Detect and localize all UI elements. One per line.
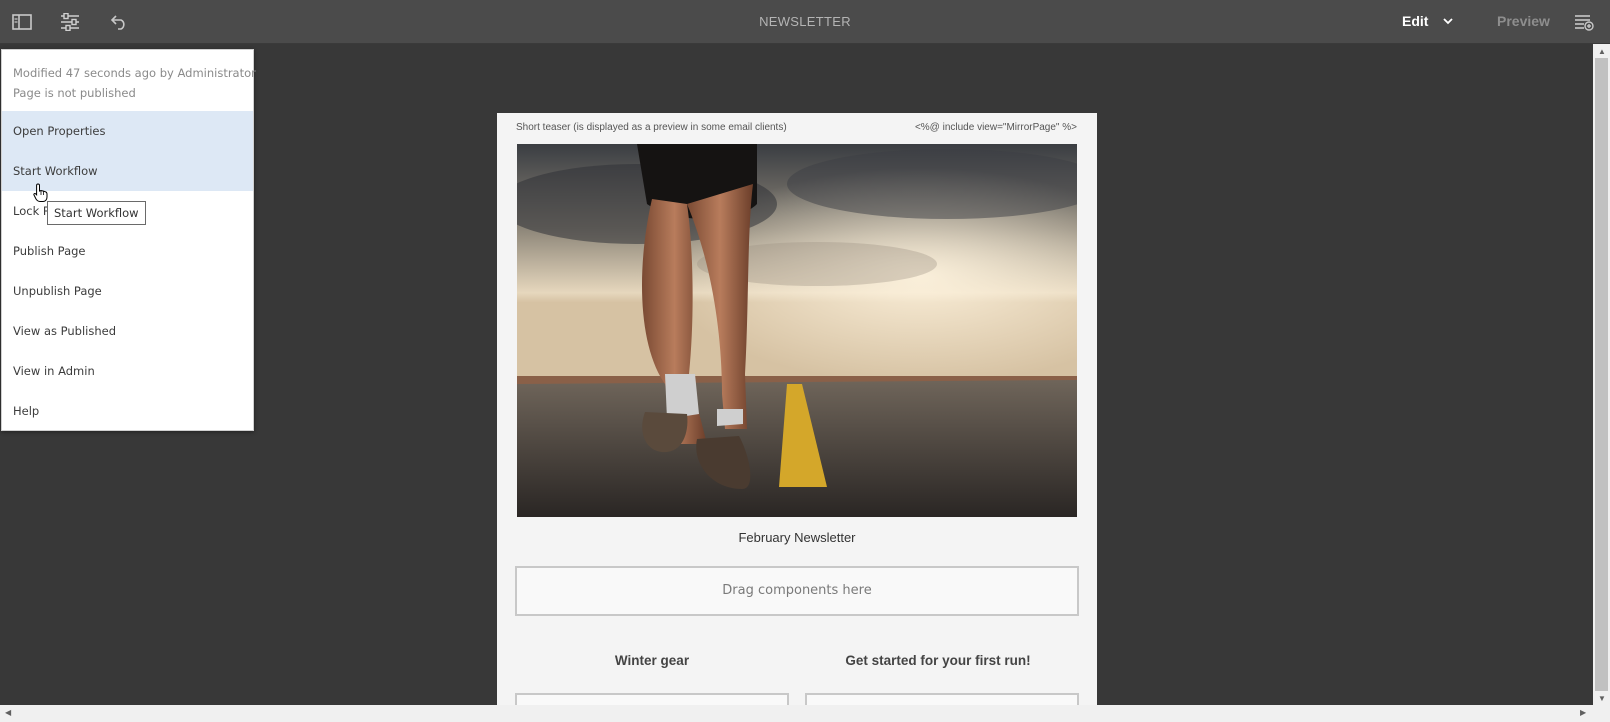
scroll-right-icon[interactable]: ▶ — [1580, 708, 1586, 717]
component-dropzone[interactable]: Drag components here — [515, 566, 1079, 616]
page-information-menu: Modified 47 seconds ago by Administrator… — [1, 49, 256, 431]
publish-status: Page is not published — [13, 86, 136, 100]
email-teaser[interactable]: Short teaser (is displayed as a preview … — [516, 122, 787, 133]
scroll-down-icon[interactable]: ▼ — [1598, 694, 1606, 703]
menu-item-view-in-admin[interactable]: View in Admin — [2, 351, 253, 391]
hand-cursor-icon — [33, 183, 49, 208]
edit-mode-button[interactable]: Edit — [1402, 13, 1428, 29]
tooltip: Start Workflow — [47, 201, 146, 225]
page-title: NEWSLETTER — [759, 14, 851, 29]
mirror-page-tag[interactable]: <%@ include view="MirrorPage" %> — [915, 122, 1077, 133]
chevron-down-icon[interactable] — [1442, 14, 1454, 32]
editor-toolbar: NEWSLETTER Edit Preview — [0, 0, 1610, 44]
annotations-icon[interactable] — [1572, 10, 1596, 34]
column-title-winter-gear[interactable]: Winter gear — [515, 653, 789, 668]
vertical-scrollbar[interactable]: ▲ ▼ — [1593, 44, 1610, 705]
scrollbar-corner — [1593, 705, 1610, 722]
menu-item-unpublish-page[interactable]: Unpublish Page — [2, 271, 253, 311]
newsletter-title[interactable]: February Newsletter — [497, 530, 1097, 545]
page-meta: Modified 47 seconds ago by Administrator… — [2, 50, 256, 111]
scroll-up-icon[interactable]: ▲ — [1598, 47, 1606, 56]
scroll-left-icon[interactable]: ◀ — [5, 708, 11, 717]
column-title-first-run[interactable]: Get started for your first run! — [797, 653, 1079, 668]
side-panel-icon[interactable] — [10, 10, 34, 34]
undo-icon[interactable] — [107, 10, 131, 34]
email-canvas: Short teaser (is displayed as a preview … — [497, 113, 1097, 707]
menu-item-view-as-published[interactable]: View as Published — [2, 311, 253, 351]
modified-info: Modified 47 seconds ago by Administrator — [13, 66, 256, 80]
menu-item-open-properties[interactable]: Open Properties — [2, 111, 253, 151]
horizontal-scrollbar[interactable]: ◀ ▶ — [0, 705, 1593, 722]
menu-item-publish-page[interactable]: Publish Page — [2, 231, 253, 271]
menu-item-help[interactable]: Help — [2, 391, 253, 431]
page-properties-icon[interactable] — [58, 10, 82, 34]
vertical-scroll-thumb[interactable] — [1595, 58, 1608, 691]
hero-image[interactable] — [517, 144, 1077, 517]
preview-button[interactable]: Preview — [1497, 13, 1550, 29]
